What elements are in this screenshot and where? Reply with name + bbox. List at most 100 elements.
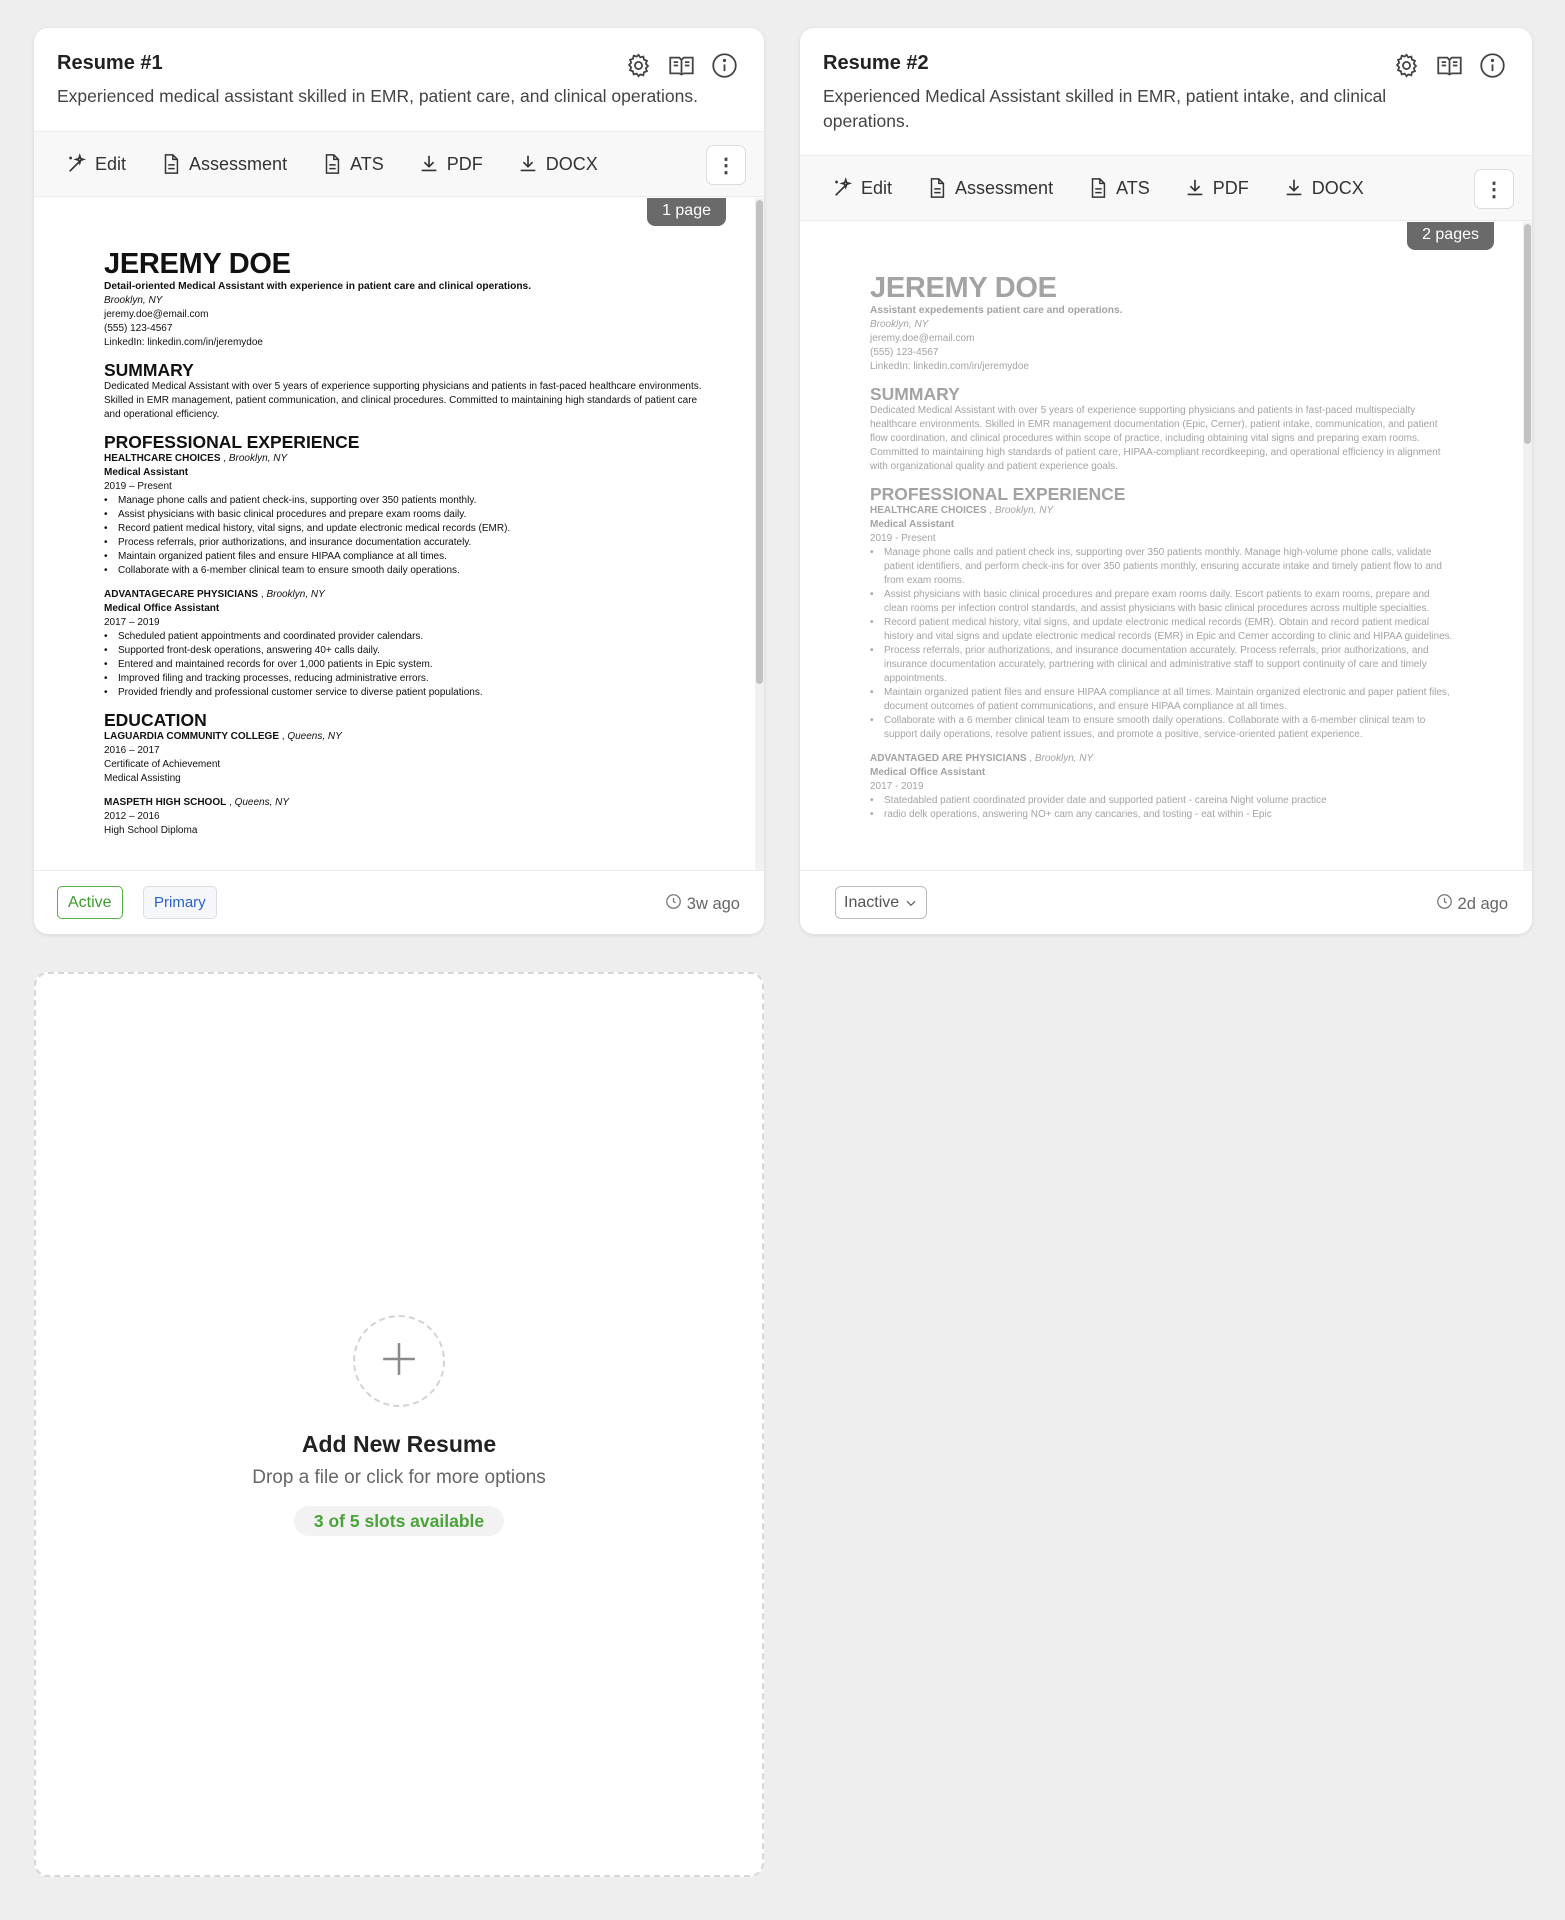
docx-download-button[interactable]: DOCX (517, 153, 598, 175)
bullet: Assist physicians with basic clinical pr… (870, 588, 1454, 616)
bullet: Collaborate with a 6 member clinical tea… (870, 714, 1454, 742)
document-icon (160, 153, 182, 175)
job-role: Medical Assistant (870, 519, 955, 530)
job-entry: HEALTHCARE CHOICES , Brooklyn, NY Medica… (104, 452, 704, 578)
resume-tagline: Assistant expedements patient care and o… (870, 305, 1123, 316)
job-location: Brooklyn, NY (1034, 753, 1094, 764)
card-footer: Active Primary 3w ago (34, 870, 764, 934)
job-entry: ADVANTAGECARE PHYSICIANS , Brooklyn, NY … (104, 588, 704, 700)
ats-button[interactable]: ATS (1087, 177, 1150, 199)
edit-button[interactable]: Edit (832, 177, 892, 199)
assessment-button[interactable]: Assessment (160, 153, 287, 175)
add-resume-dropzone[interactable]: Add New Resume Drop a file or click for … (34, 972, 764, 1877)
document-icon (1087, 177, 1109, 199)
job-location: Brooklyn, NY (994, 505, 1054, 516)
job-entry: ADVANTAGED ARE PHYSICIANS , Brooklyn, NY… (870, 752, 1454, 822)
book-icon[interactable] (1436, 52, 1463, 79)
bullet: Maintain organized patient files and ens… (870, 686, 1454, 714)
job-dates: 2017 - 2019 (870, 781, 924, 792)
docx-label: DOCX (1311, 177, 1364, 198)
bullet: Scheduled patient appointments and coord… (104, 630, 704, 644)
info-icon[interactable] (1479, 52, 1506, 79)
resume-toolbar: Edit Assessment ATS PDF DOCX ⋮ (800, 155, 1532, 221)
resume-description: Experienced medical assistant skilled in… (57, 86, 699, 106)
clock-icon (665, 893, 687, 915)
resume-email: jeremy.doe@email.com (870, 333, 975, 344)
employer: ADVANTAGECARE PHYSICIANS (104, 589, 259, 600)
slots-available-badge: 3 of 5 slots available (294, 1506, 504, 1536)
resume-preview[interactable]: 2 pages JEREMY DOE Assistant expedements… (800, 222, 1532, 870)
bullet: Assist physicians with basic clinical pr… (104, 508, 704, 522)
scrollbar[interactable] (1523, 222, 1532, 870)
job-bullets: Manage phone calls and patient check-ins… (104, 494, 704, 578)
bullet: Process referrals, prior authorizations,… (870, 644, 1454, 686)
resume-email: jeremy.doe@email.com (104, 309, 209, 320)
page-count-badge: 2 pages (1407, 222, 1494, 250)
summary-heading: SUMMARY (104, 360, 194, 380)
school-dates: 2016 – 2017 (104, 745, 160, 756)
last-updated: 3w ago (665, 893, 740, 915)
download-icon (1184, 177, 1206, 199)
status-badge[interactable]: Active (57, 886, 123, 919)
resume-document: JEREMY DOE Assistant expedements patient… (870, 272, 1454, 822)
bullet: Process referrals, prior authorizations,… (104, 536, 704, 550)
bullet: Improved filing and tracking processes, … (104, 672, 704, 686)
download-icon (1283, 177, 1305, 199)
settings-icon[interactable] (1393, 52, 1420, 79)
bullet: Record patient medical history, vital si… (870, 616, 1454, 644)
bullet: Manage phone calls and patient check-ins… (104, 494, 704, 508)
settings-icon[interactable] (625, 52, 652, 79)
assessment-label: Assessment (955, 177, 1054, 198)
bullet: Collaborate with a 6-member clinical tea… (104, 564, 704, 578)
more-options-button[interactable]: ⋮ (1474, 169, 1514, 209)
ats-button[interactable]: ATS (321, 153, 384, 175)
docx-label: DOCX (545, 153, 598, 174)
more-options-button[interactable]: ⋮ (706, 145, 746, 185)
job-bullets: Manage phone calls and patient check ins… (870, 546, 1454, 742)
primary-badge: Primary (143, 886, 217, 919)
add-resume-subtitle: Drop a file or click for more options (252, 1467, 546, 1488)
edit-label: Edit (95, 153, 127, 174)
edit-label: Edit (861, 177, 893, 198)
edit-button[interactable]: Edit (66, 153, 126, 175)
pdf-download-button[interactable]: PDF (1184, 177, 1249, 199)
card-header: Resume #1 Experienced medical assistant … (34, 28, 764, 109)
resume-linkedin: LinkedIn: linkedin.com/in/jeremydoe (104, 337, 263, 348)
resume-document: JEREMY DOE Detail-oriented Medical Assis… (104, 248, 704, 838)
experience-heading: PROFESSIONAL EXPERIENCE (870, 484, 1126, 504)
pdf-label: PDF (446, 153, 483, 174)
document-icon (321, 153, 343, 175)
job-role: Medical Office Assistant (870, 767, 986, 778)
bullet: radio delk operations, answering NO+ cam… (870, 808, 1454, 822)
job-dates: 2019 – Present (104, 481, 172, 492)
assessment-button[interactable]: Assessment (926, 177, 1053, 199)
status-dropdown[interactable]: Inactive (835, 886, 928, 919)
resume-phone: (555) 123-4567 (104, 323, 173, 334)
resume-name: JEREMY DOE (870, 272, 1057, 304)
last-updated: 2d ago (1436, 893, 1508, 915)
status-text: Inactive (844, 893, 900, 911)
school-line: High School Diploma (104, 825, 198, 836)
info-icon[interactable] (711, 52, 738, 79)
book-icon[interactable] (668, 52, 695, 79)
school-entry: MASPETH HIGH SCHOOL , Queens, NY 2012 – … (104, 796, 704, 838)
scrollbar[interactable] (755, 198, 764, 870)
school-line: Medical Assisting (104, 773, 181, 784)
pdf-download-button[interactable]: PDF (418, 153, 483, 175)
job-bullets: Statedabled patient coordinated provider… (870, 794, 1454, 822)
school-entry: LAGUARDIA COMMUNITY COLLEGE , Queens, NY… (104, 730, 704, 786)
employer: HEALTHCARE CHOICES (104, 453, 221, 464)
resume-preview[interactable]: 1 page JEREMY DOE Detail-oriented Medica… (34, 198, 764, 870)
bullet: Record patient medical history, vital si… (104, 522, 704, 536)
job-location: Brooklyn, NY (228, 453, 288, 464)
add-button[interactable] (353, 1315, 445, 1407)
employer: HEALTHCARE CHOICES (870, 505, 987, 516)
school-name: LAGUARDIA COMMUNITY COLLEGE (104, 731, 279, 742)
pdf-label: PDF (1212, 177, 1249, 198)
docx-download-button[interactable]: DOCX (1283, 177, 1364, 199)
summary-text: Dedicated Medical Assistant with over 5 … (104, 381, 702, 420)
add-resume-title: Add New Resume (301, 1431, 497, 1457)
job-role: Medical Assistant (104, 467, 189, 478)
download-icon (418, 153, 440, 175)
school-location: Queens, NY (287, 731, 342, 742)
